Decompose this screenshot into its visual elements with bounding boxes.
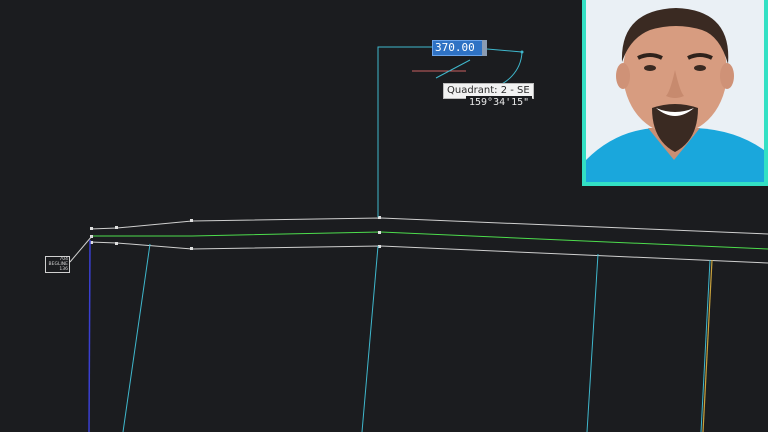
road-edge-bottom[interactable] (89, 241, 768, 264)
webcam-overlay (582, 0, 768, 186)
baseline-tag-line3: 136 (59, 267, 68, 273)
angle-readout: 159°34'15" (466, 96, 533, 109)
lot-line-4-cyan[interactable] (700, 259, 711, 432)
presenter-portrait-icon (586, 0, 764, 182)
lot-line-2[interactable] (361, 245, 379, 432)
angle-ray (435, 59, 471, 79)
baseline-alignment[interactable] (90, 231, 768, 250)
rubber-band-line (377, 46, 432, 217)
rubber-band-extension (486, 48, 523, 53)
tag-leader-line (69, 235, 93, 263)
baseline-tag[interactable]: 704 BEGLINE 136 (45, 256, 70, 273)
left-boundary-line[interactable] (88, 239, 91, 432)
lot-line-3[interactable] (586, 253, 599, 432)
dimension-input-grip[interactable] (482, 40, 487, 56)
lot-line-4-orange[interactable] (702, 259, 713, 432)
dimension-input-field[interactable] (432, 40, 486, 56)
lot-line-1[interactable] (122, 243, 151, 432)
